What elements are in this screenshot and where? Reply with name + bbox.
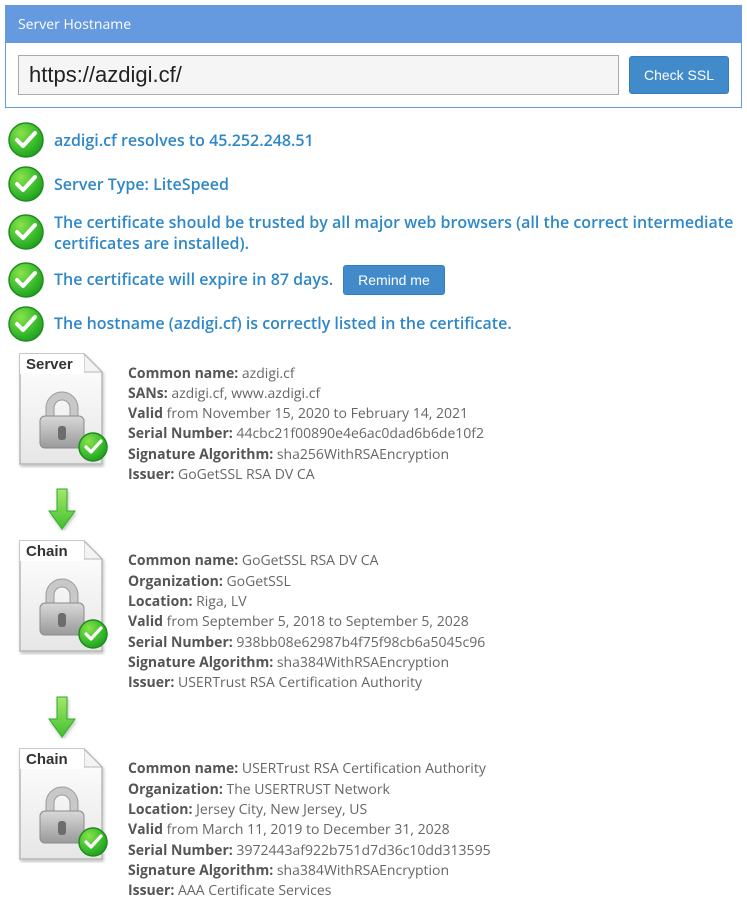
cert-icon: Chain (14, 537, 110, 693)
cert-field-value: AAA Certificate Services (174, 881, 331, 900)
check-icon (8, 262, 44, 298)
cert-field-value: sha256WithRSAEncryption (273, 445, 449, 464)
chain-arrow-icon (14, 695, 110, 739)
cert-badge-text: Server (26, 356, 73, 373)
cert-field-value: Riga, LV (192, 592, 246, 611)
cert-field-value: azdigi.cf, www.azdigi.cf (168, 384, 320, 403)
check-icon (8, 122, 44, 158)
cert-field-label: Serial Number: (128, 424, 233, 443)
cert-field-value: azdigi.cf (238, 364, 294, 383)
cert-field: Signature Algorithm: sha384WithRSAEncryp… (128, 653, 485, 673)
chain-arrow-icon (14, 487, 110, 531)
remind-me-button[interactable]: Remind me (343, 265, 445, 295)
cert-icon: Chain (14, 745, 110, 901)
cert-info: Common name: USERTrust RSA Certification… (128, 745, 491, 901)
cert-field: Valid from September 5, 2018 to Septembe… (128, 612, 485, 632)
cert-field: Signature Algorithm: sha256WithRSAEncryp… (128, 445, 484, 465)
cert-block: ChainCommon name: GoGetSSL RSA DV CAOrga… (14, 537, 747, 693)
check-icon (8, 214, 44, 250)
cert-field-label: Organization: (128, 572, 223, 591)
cert-field: Valid from March 11, 2019 to December 31… (128, 820, 491, 840)
cert-info: Common name: GoGetSSL RSA DV CAOrganizat… (128, 537, 485, 693)
hostname-panel: Server Hostname Check SSL (5, 5, 742, 108)
cert-field-label: Common name: (128, 759, 238, 778)
cert-field-value: 938bb08e62987b4f75f98cb6a5045c96 (233, 633, 485, 652)
cert-field-label: Valid (128, 404, 163, 423)
cert-field-value: from March 11, 2019 to December 31, 2028 (163, 820, 450, 839)
cert-field-label: Issuer: (128, 673, 174, 692)
check-row-expire: The certificate will expire in 87 days. … (8, 262, 739, 298)
cert-block: Chain Common name: USERTrust RSA Certific… (14, 745, 747, 901)
cert-field: Organization: The USERTRUST Network (128, 780, 491, 800)
cert-field-value: sha384WithRSAEncryption (273, 653, 449, 672)
cert-field-value: GoGetSSL RSA DV CA (238, 551, 378, 570)
cert-field-value: GoGetSSL (223, 572, 291, 591)
cert-field-value: The USERTRUST Network (223, 780, 390, 799)
cert-field: Common name: USERTrust RSA Certification… (128, 759, 491, 779)
cert-field-label: Common name: (128, 551, 238, 570)
cert-field-value: USERTrust RSA Certification Authority (238, 759, 486, 778)
check-row-servertype: Server Type: LiteSpeed (8, 166, 739, 202)
check-ssl-button[interactable]: Check SSL (629, 56, 729, 94)
check-icon (8, 166, 44, 202)
cert-field: Common name: GoGetSSL RSA DV CA (128, 551, 485, 571)
cert-field: Location: Riga, LV (128, 592, 485, 612)
checks-list: azdigi.cf resolves to 45.252.248.51 Serv… (8, 122, 739, 342)
cert-icon: Server (14, 350, 110, 486)
cert-field-label: Serial Number: (128, 841, 233, 860)
cert-field-label: Issuer: (128, 465, 174, 484)
cert-field-label: Valid (128, 820, 163, 839)
cert-field-label: Common name: (128, 364, 238, 383)
cert-field-label: Location: (128, 592, 192, 611)
cert-field: Serial Number: 3972443af922b751d7d36c10d… (128, 841, 491, 861)
check-text: The hostname (azdigi.cf) is correctly li… (54, 313, 512, 334)
cert-field: Organization: GoGetSSL (128, 572, 485, 592)
cert-field-value: USERTrust RSA Certification Authority (174, 673, 422, 692)
cert-field: Valid from November 15, 2020 to February… (128, 404, 484, 424)
cert-field-label: Signature Algorithm: (128, 653, 273, 672)
lock-page-icon: Chain (14, 745, 110, 863)
cert-field-value: sha384WithRSAEncryption (273, 861, 449, 880)
cert-field: Signature Algorithm: sha384WithRSAEncryp… (128, 861, 491, 881)
cert-field-label: Issuer: (128, 881, 174, 900)
panel-body: Check SSL (6, 43, 741, 107)
lock-page-icon: Server (14, 350, 110, 468)
lock-page-icon: Chain (14, 537, 110, 655)
cert-field-value: Jersey City, New Jersey, US (192, 800, 367, 819)
check-text: The certificate should be trusted by all… (54, 210, 739, 254)
check-icon (8, 306, 44, 342)
cert-field: Location: Jersey City, New Jersey, US (128, 800, 491, 820)
check-text: azdigi.cf resolves to 45.252.248.51 (54, 130, 314, 151)
cert-field: SANs: azdigi.cf, www.azdigi.cf (128, 384, 484, 404)
cert-badge-text: Chain (26, 543, 68, 560)
cert-field-value: 44cbc21f00890e4e6ac0dad6b6de10f2 (233, 424, 484, 443)
cert-field: Issuer: USERTrust RSA Certification Auth… (128, 673, 485, 693)
check-row-resolve: azdigi.cf resolves to 45.252.248.51 (8, 122, 739, 158)
check-row-trusted: The certificate should be trusted by all… (8, 210, 739, 254)
check-text: Server Type: LiteSpeed (54, 174, 229, 195)
hostname-input[interactable] (18, 55, 619, 95)
cert-field-label: SANs: (128, 384, 168, 403)
cert-field: Issuer: AAA Certificate Services (128, 881, 491, 901)
cert-field-value: 3972443af922b751d7d36c10dd313595 (233, 841, 491, 860)
cert-field: Serial Number: 44cbc21f00890e4e6ac0dad6b… (128, 424, 484, 444)
cert-field: Issuer: GoGetSSL RSA DV CA (128, 465, 484, 485)
check-text: The certificate will expire in 87 days. (54, 269, 333, 290)
cert-field-label: Signature Algorithm: (128, 861, 273, 880)
cert-field-value: GoGetSSL RSA DV CA (174, 465, 314, 484)
cert-info: Common name: azdigi.cfSANs: azdigi.cf, w… (128, 350, 484, 486)
cert-field-value: from September 5, 2018 to September 5, 2… (163, 612, 469, 631)
panel-title: Server Hostname (6, 6, 741, 43)
cert-field: Common name: azdigi.cf (128, 364, 484, 384)
cert-field-value: from November 15, 2020 to February 14, 2… (163, 404, 468, 423)
cert-block: ServerCommon name: azdigi.cfSANs: azdigi… (14, 350, 747, 486)
cert-field-label: Location: (128, 800, 192, 819)
cert-badge-text: Chain (26, 751, 68, 768)
cert-field-label: Valid (128, 612, 163, 631)
cert-field-label: Organization: (128, 780, 223, 799)
cert-field: Serial Number: 938bb08e62987b4f75f98cb6a… (128, 633, 485, 653)
cert-field-label: Signature Algorithm: (128, 445, 273, 464)
cert-field-label: Serial Number: (128, 633, 233, 652)
check-row-hostname: The hostname (azdigi.cf) is correctly li… (8, 306, 739, 342)
